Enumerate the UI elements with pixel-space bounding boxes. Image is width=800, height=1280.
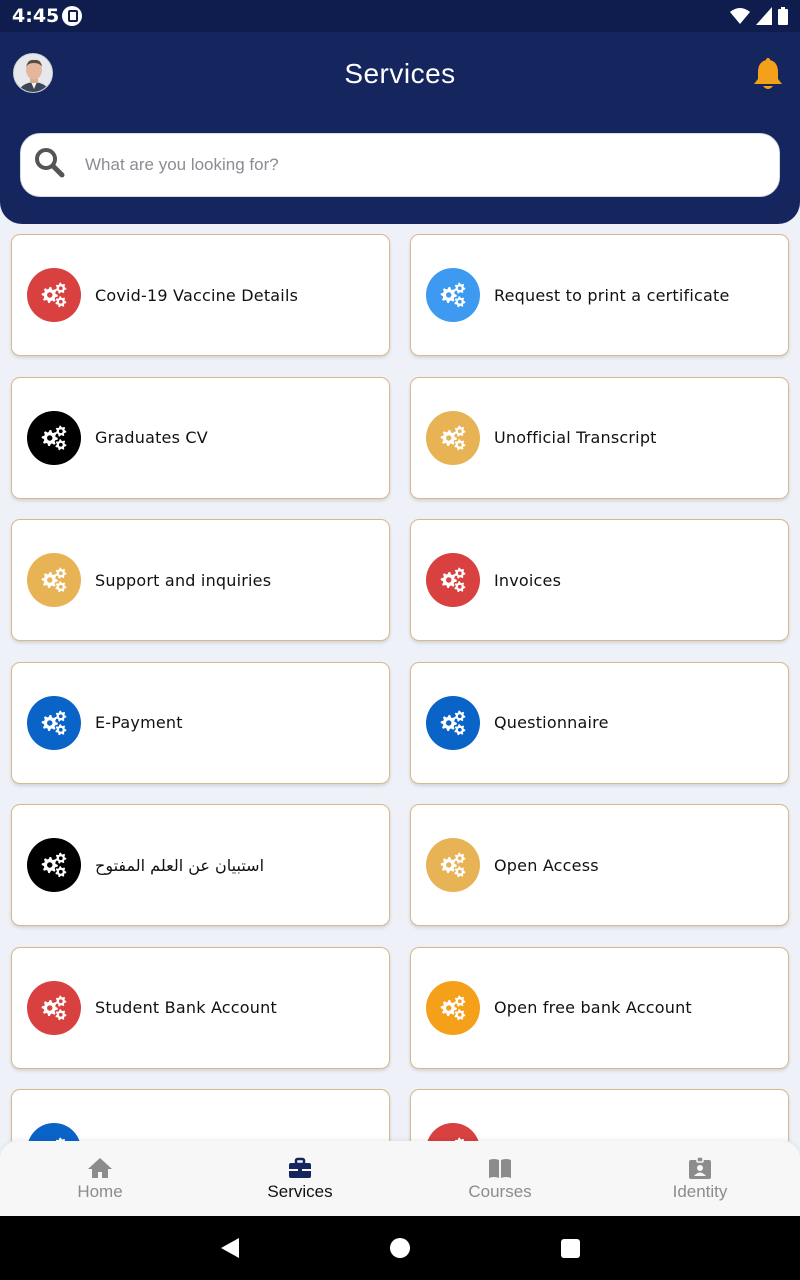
- page-title: Services: [344, 58, 456, 89]
- service-label: Statistics: [95, 1090, 381, 1142]
- service-label: Elect: [494, 1090, 780, 1142]
- service-card[interactable]: Unofficial Transcript: [410, 376, 789, 499]
- service-label: Invoices: [494, 570, 562, 590]
- back-icon[interactable]: [219, 1237, 241, 1259]
- nav-courses[interactable]: Courses: [400, 1141, 600, 1216]
- gears-icon: [27, 695, 81, 750]
- nav-services[interactable]: Services: [200, 1141, 400, 1216]
- gears-icon: [27, 268, 81, 322]
- gears-icon: [426, 553, 480, 607]
- nav-courses-label: Courses: [468, 1181, 532, 1201]
- service-card[interactable]: Request to print a certificate: [410, 234, 789, 356]
- header: Services: [0, 32, 800, 224]
- app-notification-icon: [62, 6, 82, 26]
- service-label: Unofficial Transcript: [494, 428, 657, 447]
- home-icon: [88, 1157, 112, 1178]
- service-label: Questionnaire: [494, 713, 609, 732]
- service-card[interactable]: Student Bank Account: [11, 946, 390, 1069]
- service-card[interactable]: Open free bank Account: [410, 946, 789, 1069]
- search-input[interactable]: [85, 134, 765, 196]
- search-icon: [35, 148, 65, 178]
- service-card[interactable]: Invoices: [410, 519, 789, 641]
- service-card[interactable]: Open Access: [410, 804, 789, 926]
- system-nav-bar: [0, 1216, 800, 1280]
- id-card-icon: [689, 1155, 711, 1179]
- gears-icon: [426, 695, 480, 750]
- nav-home[interactable]: Home: [0, 1141, 200, 1216]
- status-time: 4:45: [12, 5, 60, 27]
- gears-icon: [426, 980, 480, 1035]
- status-bar: 4:45: [0, 0, 800, 32]
- service-label: Open Access: [494, 855, 599, 875]
- service-label: Support and inquiries: [95, 570, 272, 590]
- service-label: Student Bank Account: [95, 998, 277, 1017]
- gears-icon: [27, 553, 81, 607]
- gears-icon: [27, 410, 81, 465]
- gears-icon: [27, 980, 81, 1035]
- service-label: استبيان عن العلم المفتوح: [95, 855, 265, 875]
- briefcase-icon: [289, 1157, 311, 1178]
- service-card[interactable]: Support and inquiries: [11, 519, 390, 641]
- gears-icon: [426, 838, 480, 892]
- service-card[interactable]: Covid-19 Vaccine Details: [11, 234, 390, 356]
- nav-identity-label: Identity: [672, 1181, 728, 1201]
- service-label: Graduates CV: [95, 428, 208, 447]
- service-label: Request to print a certificate: [494, 285, 730, 305]
- service-card[interactable]: Elect: [410, 1089, 789, 1141]
- service-label: Open free bank Account: [494, 998, 692, 1017]
- service-label: Covid-19 Vaccine Details: [95, 285, 299, 305]
- battery-icon: [778, 7, 788, 25]
- book-icon: [489, 1158, 511, 1178]
- service-card[interactable]: Graduates CV: [11, 376, 390, 499]
- gears-icon: [426, 410, 480, 465]
- home-circle-icon[interactable]: [390, 1238, 410, 1258]
- gears-icon: [27, 1123, 81, 1141]
- nav-identity[interactable]: Identity: [600, 1141, 800, 1216]
- services-grid: Covid-19 Vaccine Details Request to print…: [0, 224, 800, 1141]
- service-card[interactable]: استبيان عن العلم المفتوح: [11, 804, 390, 926]
- notification-bell-icon[interactable]: [751, 56, 785, 92]
- gears-icon: [426, 1123, 480, 1141]
- service-card[interactable]: Questionnaire: [410, 661, 789, 784]
- service-label: E-Payment: [95, 713, 183, 732]
- gears-icon: [27, 838, 81, 892]
- status-icons: [730, 6, 788, 26]
- recent-apps-icon[interactable]: [561, 1239, 580, 1258]
- service-card[interactable]: Statistics: [11, 1089, 390, 1141]
- gears-icon: [426, 268, 480, 322]
- service-card[interactable]: E-Payment: [11, 661, 390, 784]
- wifi-icon: [730, 8, 750, 24]
- bottom-nav: Home Services Courses Identity: [0, 1141, 800, 1216]
- search-bar[interactable]: [20, 133, 780, 197]
- nav-home-label: Home: [77, 1181, 123, 1201]
- nav-services-label: Services: [267, 1181, 333, 1201]
- signal-icon: [756, 7, 772, 25]
